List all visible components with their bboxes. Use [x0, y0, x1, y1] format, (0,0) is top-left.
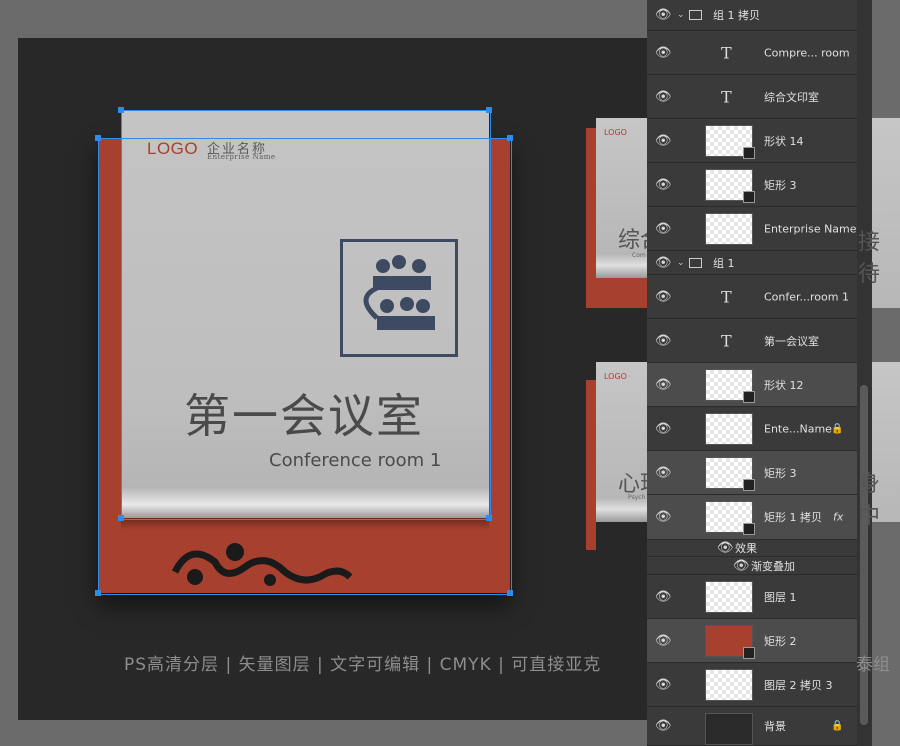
eye-icon[interactable]: 👁 — [655, 177, 672, 192]
eye-icon[interactable]: 👁 — [655, 510, 672, 525]
layer-row[interactable]: 👁 效果 — [647, 540, 857, 557]
layer-name: 矩形 3 — [764, 178, 797, 192]
layer-thumbnail — [705, 501, 755, 535]
layer-thumbnail — [705, 625, 755, 659]
canvas-caption-tail: 泰组 — [856, 655, 890, 675]
layer-row[interactable]: 👁 形状 14 — [647, 119, 857, 163]
handle-outer-br[interactable] — [507, 590, 513, 596]
layer-thumbnail — [705, 213, 753, 245]
layer-row[interactable]: 👁 图层 1 — [647, 575, 857, 619]
layer-row[interactable]: 👁 矩形 1 拷贝 fx — [647, 495, 857, 540]
thumb-sign-3[interactable] — [586, 380, 596, 550]
layer-name: 矩形 2 — [764, 634, 797, 648]
thumb-title-2: 接待 — [858, 230, 881, 287]
eye-icon[interactable]: 👁 — [655, 255, 672, 270]
eye-icon[interactable]: 👁 — [655, 677, 672, 692]
layer-name: 效果 — [735, 542, 757, 555]
thumb-logo-1: LOGO — [604, 128, 627, 137]
handle-outer-bl[interactable] — [95, 590, 101, 596]
layer-row[interactable]: 👁 ⌄ 组 1 — [647, 251, 857, 275]
layer-row[interactable]: 👁 Enterprise Name — [647, 207, 857, 251]
text-layer-icon: T — [721, 87, 732, 106]
text-layer-icon: T — [721, 287, 732, 306]
layer-name: 组 1 拷贝 — [713, 9, 760, 22]
layer-row[interactable]: 👁 背景 🔒 — [647, 707, 857, 746]
eye-icon[interactable]: 👁 — [655, 377, 672, 392]
layer-thumbnail — [705, 125, 755, 159]
layer-thumbnail — [705, 457, 755, 491]
layer-name: 渐变叠加 — [751, 559, 795, 573]
eye-icon[interactable]: 👁 — [655, 333, 672, 348]
layer-thumbnail — [705, 713, 753, 745]
eye-icon[interactable]: 👁 — [655, 589, 672, 604]
text-layer-icon: T — [721, 331, 732, 350]
layer-name: 第一会议室 — [764, 334, 819, 348]
eye-icon[interactable]: 👁 — [655, 8, 672, 23]
eye-icon[interactable]: 👁 — [733, 558, 750, 573]
layer-thumbnail — [705, 581, 753, 613]
handle-tr[interactable] — [486, 107, 492, 113]
fx-icon[interactable]: fx — [833, 511, 843, 524]
layer-name: Confer...room 1 — [764, 290, 849, 303]
layer-name: Ente...Name — [764, 422, 832, 435]
layer-thumbnail — [705, 413, 753, 445]
chevron-down-icon[interactable]: ⌄ — [677, 258, 685, 268]
eye-icon[interactable]: 👁 — [655, 221, 672, 236]
eye-icon[interactable]: 👁 — [655, 289, 672, 304]
layer-row[interactable]: 👁 T 第一会议室 — [647, 319, 857, 363]
folder-icon — [689, 10, 702, 20]
layer-name: 组 1 — [713, 256, 735, 270]
eye-icon[interactable]: 👁 — [655, 421, 672, 436]
handle-bl[interactable] — [118, 515, 124, 521]
lock-icon: 🔒 — [831, 720, 844, 732]
layer-row[interactable]: 👁 图层 2 拷贝 3 — [647, 663, 857, 707]
thumb-title-4: 身中 — [858, 472, 881, 529]
chevron-down-icon[interactable]: ⌄ — [677, 10, 685, 20]
thumb-sub-3: Psych — [628, 494, 646, 501]
layer-name: 图层 1 — [764, 590, 797, 604]
layer-row[interactable]: 👁 T 综合文印室 — [647, 75, 857, 119]
lock-icon: 🔒 — [831, 423, 844, 434]
layer-row[interactable]: 👁 矩形 3 — [647, 163, 857, 207]
layer-name: Enterprise Name — [764, 222, 857, 235]
layer-row[interactable]: 👁 矩形 3 — [647, 451, 857, 495]
thumb-sub-1: Com — [632, 252, 646, 259]
thumb-logo-3: LOGO — [604, 372, 627, 381]
layer-row[interactable]: 👁 ⌄ 组 1 拷贝 — [647, 0, 857, 31]
eye-icon[interactable]: 👁 — [655, 133, 672, 148]
eye-icon[interactable]: 👁 — [655, 719, 672, 734]
folder-icon — [689, 257, 702, 268]
eye-icon[interactable]: 👁 — [655, 633, 672, 648]
layer-name: 矩形 1 拷贝 — [764, 511, 822, 524]
layer-name: 矩形 3 — [764, 466, 797, 480]
layer-row[interactable]: 👁 T Compre... room — [647, 31, 857, 75]
layer-row[interactable]: 👁 形状 12 — [647, 363, 857, 407]
layer-name: 图层 2 拷贝 3 — [764, 678, 833, 692]
layer-thumbnail — [705, 669, 753, 701]
layer-name: 综合文印室 — [764, 90, 819, 104]
layer-row[interactable]: 👁 Ente...Name 🔒 — [647, 407, 857, 451]
layer-name: 形状 12 — [764, 378, 804, 392]
layer-thumbnail — [705, 369, 755, 403]
selection-plate — [121, 110, 491, 520]
layer-row[interactable]: 👁 矩形 2 — [647, 619, 857, 663]
layer-row[interactable]: 👁 渐变叠加 — [647, 557, 857, 575]
eye-icon[interactable]: 👁 — [717, 541, 734, 556]
text-layer-icon: T — [721, 43, 732, 62]
eye-icon[interactable]: 👁 — [655, 45, 672, 60]
handle-outer-tr[interactable] — [507, 135, 513, 141]
layer-row[interactable]: 👁 T Confer...room 1 — [647, 275, 857, 319]
eye-icon[interactable]: 👁 — [655, 465, 672, 480]
handle-outer-tl[interactable] — [95, 135, 101, 141]
handle-tl[interactable] — [118, 107, 124, 113]
canvas-caption: PS高清分层 | 矢量图层 | 文字可编辑 | CMYK | 可直接亚克 — [124, 655, 602, 675]
handle-br[interactable] — [486, 515, 492, 521]
layer-name: 形状 14 — [764, 134, 804, 148]
eye-icon[interactable]: 👁 — [655, 89, 672, 104]
layer-name: 背景 — [764, 720, 786, 733]
layer-thumbnail — [705, 169, 755, 203]
layer-name: Compre... room — [764, 46, 850, 59]
